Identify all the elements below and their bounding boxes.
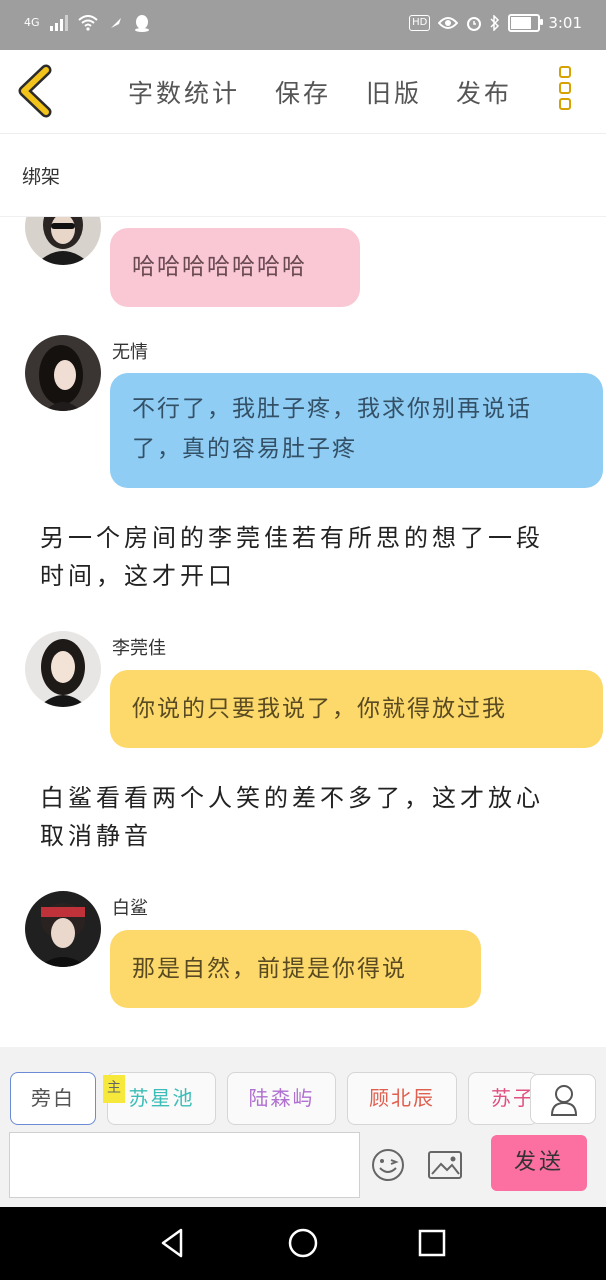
more-dot-icon <box>559 98 571 110</box>
square-recent-icon <box>418 1229 446 1257</box>
user-icon <box>550 1085 578 1116</box>
nav-back-button[interactable] <box>155 1225 191 1261</box>
speaker-name: 李莞佳 <box>112 638 166 659</box>
message-bubble[interactable]: 哈哈哈哈哈哈哈 <box>110 228 360 307</box>
signal-icon <box>49 15 68 31</box>
nav-home-button[interactable] <box>285 1225 321 1261</box>
role-chip[interactable]: 苏子 <box>468 1072 538 1125</box>
send-button[interactable]: 发送 <box>491 1135 587 1191</box>
image-icon <box>428 1151 462 1179</box>
emoji-button[interactable] <box>370 1147 406 1183</box>
nav-recent-button[interactable] <box>414 1225 450 1261</box>
status-left: 4G <box>24 13 150 33</box>
message-input[interactable] <box>9 1132 360 1198</box>
role-selector: 旁白 苏星池 陆森屿 顾北辰 苏子 <box>0 1072 606 1127</box>
avatar[interactable] <box>25 891 101 967</box>
status-bar: 4G HD 3:01 <box>0 0 606 50</box>
system-nav-bar <box>0 1207 606 1280</box>
role-chip-narrator[interactable]: 旁白 <box>10 1072 96 1125</box>
avatar-image <box>25 217 101 265</box>
main-role-badge: 主 <box>103 1075 125 1103</box>
triangle-back-icon <box>161 1228 183 1258</box>
rocket-icon <box>110 18 121 28</box>
message-bubble[interactable]: 不行了，我肚子疼，我求你别再说话了，真的容易肚子疼 <box>110 373 603 488</box>
role-chip[interactable]: 陆森屿 <box>227 1072 336 1125</box>
word-count-button[interactable]: 字数统计 <box>128 74 240 110</box>
avatar[interactable] <box>25 631 101 707</box>
circle-home-icon <box>288 1228 318 1258</box>
avatar[interactable] <box>25 335 101 411</box>
save-button[interactable]: 保存 <box>275 74 331 110</box>
more-dot-icon <box>559 66 571 78</box>
emoji-icon <box>372 1149 404 1181</box>
story-content[interactable]: 哈哈哈哈哈哈哈 无情 不行了，我肚子疼，我求你别再说话了，真的容易肚子疼 另一个… <box>0 217 606 1047</box>
qq-icon <box>134 15 149 32</box>
back-chevron-icon <box>18 64 52 118</box>
chapter-title[interactable]: 绑架 <box>22 162 60 189</box>
eye-icon <box>438 17 459 29</box>
back-button[interactable] <box>14 64 64 118</box>
network-label: 4G <box>24 16 40 29</box>
status-right: HD 3:01 <box>409 13 582 33</box>
old-version-button[interactable]: 旧版 <box>366 74 422 110</box>
narration-text[interactable]: 另一个房间的李莞佳若有所思的想了一段时间，这才开口 <box>40 519 570 595</box>
chapter-header: 绑架 <box>0 134 606 217</box>
hd-badge: HD <box>409 15 431 31</box>
add-role-button[interactable] <box>530 1074 596 1124</box>
publish-button[interactable]: 发布 <box>456 74 512 110</box>
avatar-image <box>25 891 101 967</box>
avatar[interactable] <box>25 217 101 265</box>
top-toolbar: 字数统计 保存 旧版 发布 <box>0 50 606 134</box>
clock-time: 3:01 <box>548 14 582 32</box>
avatar-image <box>25 335 101 411</box>
wifi-icon <box>77 15 98 31</box>
battery-icon <box>508 14 544 32</box>
alarm-icon <box>467 17 482 31</box>
message-bubble[interactable]: 那是自然，前提是你得说 <box>110 930 481 1008</box>
more-menu-button[interactable] <box>556 66 580 118</box>
role-chip[interactable]: 顾北辰 <box>347 1072 457 1125</box>
speaker-name: 无情 <box>112 342 148 363</box>
composer-panel: 旁白 苏星池 陆森屿 顾北辰 苏子 主 发送 <box>0 1047 606 1207</box>
message-bubble[interactable]: 你说的只要我说了，你就得放过我 <box>110 670 603 748</box>
avatar-image <box>25 631 101 707</box>
speaker-name: 白鲨 <box>112 898 148 919</box>
bluetooth-icon <box>490 15 500 31</box>
more-dot-icon <box>559 82 571 94</box>
narration-text[interactable]: 白鲨看看两个人笑的差不多了，这才放心取消静音 <box>40 779 570 855</box>
image-button[interactable] <box>427 1150 463 1180</box>
